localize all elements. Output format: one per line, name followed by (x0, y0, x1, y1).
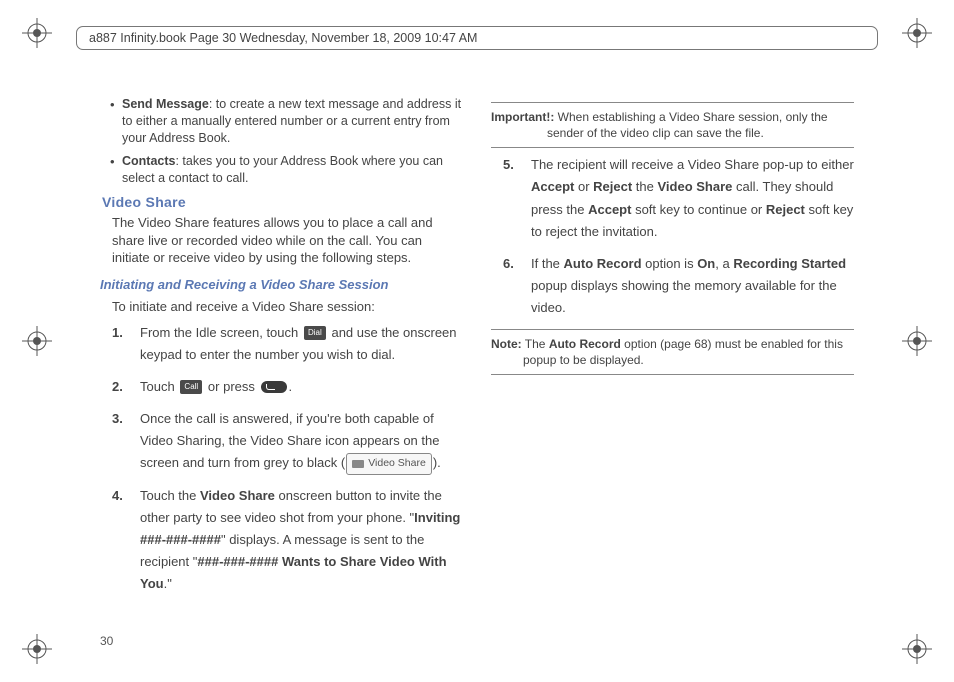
step-item: Touch Call or press . (112, 376, 463, 398)
step-text: or press (204, 379, 258, 394)
step-text: or (574, 179, 593, 194)
video-share-icon (352, 460, 364, 468)
feature-bullets: Send Message: to create a new text messa… (100, 96, 463, 186)
step-text: , a (715, 256, 733, 271)
step-bold: Video Share (200, 488, 275, 503)
step-item: Once the call is answered, if you're bot… (112, 408, 463, 475)
important-text: When establishing a Video Share session,… (547, 110, 828, 140)
step-item: If the Auto Record option is On, a Recor… (503, 253, 854, 319)
step-text: ). (433, 455, 441, 470)
intro-text: To initiate and receive a Video Share se… (112, 298, 463, 316)
bullet-term: Contacts (122, 154, 175, 168)
step-item: From the Idle screen, touch Dial and use… (112, 322, 463, 366)
step-text: soft key to continue or (631, 202, 765, 217)
divider (491, 102, 854, 103)
subsection-heading: Initiating and Receiving a Video Share S… (100, 277, 463, 292)
step-bold: Video Share (657, 179, 732, 194)
important-label: Important!: (491, 110, 554, 124)
page-content: Send Message: to create a new text messa… (100, 96, 854, 642)
video-share-chip: Video Share (346, 453, 432, 475)
printmark-icon (22, 634, 52, 664)
note-text: The (522, 337, 549, 351)
step-text: ." (164, 576, 172, 591)
step-text: popup displays showing the memory availa… (531, 278, 837, 315)
page-number: 30 (100, 634, 113, 648)
right-column: Important!: When establishing a Video Sh… (491, 96, 854, 642)
step-bold: Reject (593, 179, 632, 194)
step-bold: Accept (588, 202, 631, 217)
divider (491, 329, 854, 330)
step-text: . (289, 379, 293, 394)
printmark-icon (22, 18, 52, 48)
step-bold: On (697, 256, 715, 271)
list-item: Send Message: to create a new text messa… (122, 96, 463, 147)
printmark-icon (902, 326, 932, 356)
step-text: The recipient will receive a Video Share… (531, 157, 854, 172)
step-text: the (632, 179, 657, 194)
call-icon: Call (180, 380, 202, 394)
divider (491, 147, 854, 148)
step-text: From the Idle screen, touch (140, 325, 302, 340)
step-bold: Auto Record (564, 256, 642, 271)
left-column: Send Message: to create a new text messa… (100, 96, 463, 642)
page-runner: a887 Infinity.book Page 30 Wednesday, No… (76, 26, 878, 50)
dial-icon: Dial (304, 326, 326, 340)
printmark-icon (902, 18, 932, 48)
call-key-icon (261, 381, 287, 393)
section-heading: Video Share (102, 194, 463, 210)
note-bold: Auto Record (549, 337, 621, 351)
runner-text: a887 Infinity.book Page 30 Wednesday, No… (89, 31, 477, 45)
chip-label: Video Share (368, 455, 426, 473)
important-note: Important!: When establishing a Video Sh… (491, 109, 854, 141)
printmark-icon (22, 326, 52, 356)
section-body: The Video Share features allows you to p… (112, 214, 463, 267)
steps-list: From the Idle screen, touch Dial and use… (112, 322, 463, 595)
step-text: Touch (140, 379, 178, 394)
step-item: Touch the Video Share onscreen button to… (112, 485, 463, 595)
bullet-term: Send Message (122, 97, 209, 111)
step-text: If the (531, 256, 564, 271)
step-bold: Recording Started (733, 256, 846, 271)
step-bold: Accept (531, 179, 574, 194)
printmark-icon (902, 634, 932, 664)
step-text: Touch the (140, 488, 200, 503)
step-bold: Reject (766, 202, 805, 217)
step-item: The recipient will receive a Video Share… (503, 154, 854, 242)
note-block: Note: The Auto Record option (page 68) m… (491, 336, 854, 368)
divider (491, 374, 854, 375)
step-text: option is (642, 256, 698, 271)
list-item: Contacts: takes you to your Address Book… (122, 153, 463, 187)
note-label: Note: (491, 337, 522, 351)
steps-list-cont: The recipient will receive a Video Share… (503, 154, 854, 319)
